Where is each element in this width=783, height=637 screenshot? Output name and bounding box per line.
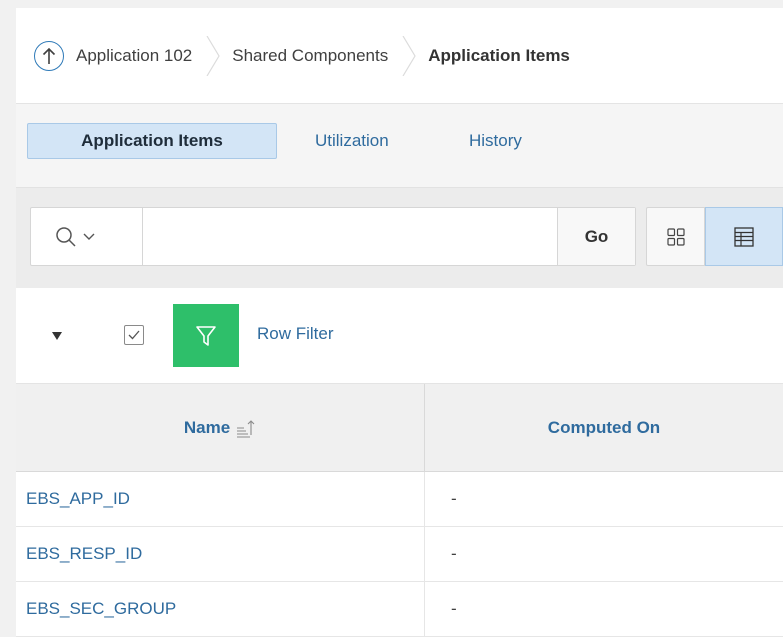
collapse-toggle-icon[interactable]: [52, 332, 62, 340]
chevron-down-icon: [83, 233, 95, 240]
filter-enable-checkbox[interactable]: [124, 325, 144, 345]
view-switcher: [632, 207, 783, 266]
sort-ascending-icon: [237, 419, 255, 437]
table-header: Name Computed On: [16, 384, 783, 472]
column-header-label: Name: [183, 417, 231, 437]
report-view-button[interactable]: [705, 207, 783, 266]
tab-history[interactable]: History: [469, 123, 522, 159]
computed-on-value: -: [451, 489, 457, 508]
report-table: Name Computed On EBS_APP_ID - EBS_RESP_I…: [16, 384, 783, 637]
table-row: EBS_RESP_ID -: [16, 527, 783, 582]
filter-row: Row Filter: [16, 288, 783, 384]
breadcrumb-shared-components[interactable]: Shared Components: [232, 46, 388, 66]
tab-utilization[interactable]: Utilization: [315, 123, 389, 159]
table-row: EBS_SEC_GROUP -: [16, 582, 783, 637]
column-header-name[interactable]: Name: [16, 384, 425, 471]
grid-icon: [666, 227, 685, 246]
item-name-link[interactable]: EBS_SEC_GROUP: [16, 582, 425, 636]
breadcrumb-application[interactable]: Application 102: [76, 46, 192, 66]
table-icon: [734, 226, 754, 247]
icon-view-button[interactable]: [646, 207, 705, 266]
item-name-link[interactable]: EBS_RESP_ID: [16, 527, 425, 581]
filter-badge: [173, 304, 239, 367]
column-header-computed-on[interactable]: Computed On: [425, 384, 783, 471]
tab-application-items[interactable]: Application Items: [27, 123, 277, 159]
breadcrumb-current-page: Application Items: [428, 45, 570, 65]
search-group: Go: [30, 207, 636, 266]
tab-bar: Application Items Utilization History: [16, 104, 783, 188]
search-columns-button[interactable]: [31, 208, 143, 265]
computed-on-value: -: [451, 599, 457, 618]
table-row: EBS_APP_ID -: [16, 472, 783, 527]
computed-on-value: -: [451, 544, 457, 563]
checkmark-icon: [128, 330, 140, 340]
search-icon: [56, 226, 76, 247]
row-filter-label[interactable]: Row Filter: [257, 324, 334, 344]
item-name-link[interactable]: EBS_APP_ID: [16, 472, 425, 526]
breadcrumb: Application 102 Shared Components Applic…: [16, 8, 783, 104]
report-toolbar: Go: [16, 188, 783, 288]
navigate-up-icon[interactable]: [34, 40, 64, 71]
breadcrumb-separator-icon: [402, 35, 416, 76]
breadcrumb-separator-icon: [206, 35, 220, 76]
search-input[interactable]: [143, 208, 557, 265]
go-button[interactable]: Go: [557, 208, 635, 265]
filter-icon: [196, 325, 216, 346]
